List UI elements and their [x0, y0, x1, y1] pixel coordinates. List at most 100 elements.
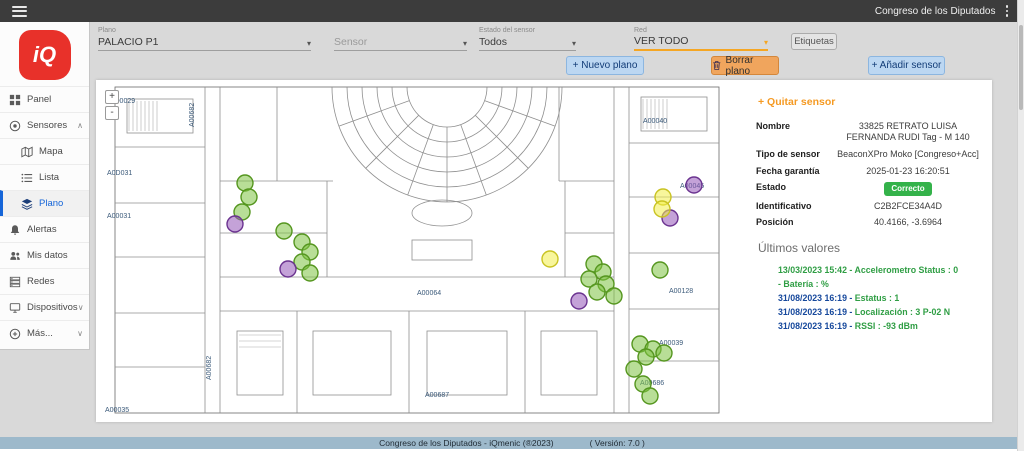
layers-icon — [21, 198, 33, 210]
sensor-select[interactable]: Sensor▾ — [334, 27, 467, 51]
purple-sensor-marker[interactable] — [686, 177, 702, 193]
dropdown-arrow-icon: ▾ — [572, 39, 576, 48]
green-sensor-marker[interactable] — [302, 265, 318, 281]
room-label: A00682 — [189, 103, 196, 127]
zoom-in-button[interactable]: + — [105, 90, 119, 104]
dropdown-arrow-icon: ▾ — [764, 38, 768, 47]
sidebar-item-mas[interactable]: Más... ∨ — [0, 320, 89, 346]
sidebar-item-label: Mapa — [39, 146, 63, 157]
select-label: Estado del sensor — [479, 27, 576, 36]
sensor-reading: - Batería : % — [778, 279, 980, 289]
purple-sensor-marker[interactable] — [280, 261, 296, 277]
scrollbar-thumb[interactable] — [1019, 25, 1023, 110]
main-content: Plano PALACIO P1▾ Sensor▾ Estado del sen… — [91, 22, 1024, 451]
sidebar-item-label: Plano — [39, 198, 63, 209]
quitar-sensor-button[interactable]: + Quitar sensor — [758, 96, 980, 108]
sidebar-item-mis-datos[interactable]: Mis datos — [0, 242, 89, 268]
yellow-sensor-marker[interactable] — [654, 201, 670, 217]
yellow-sensor-marker[interactable] — [542, 251, 558, 267]
kebab-menu-icon[interactable] — [1004, 3, 1011, 19]
sensor-reading: 31/08/2023 16:19 - RSSI : -93 dBm — [778, 321, 980, 331]
sidebar-item-dispositivos[interactable]: Dispositivos ∨ — [0, 294, 89, 320]
status-badge: Correcto — [884, 182, 931, 195]
anadir-sensor-button[interactable]: + Añadir sensor — [868, 56, 945, 75]
green-sensor-marker[interactable] — [589, 284, 605, 300]
room-label: A00687 — [425, 392, 449, 399]
reading-date: 31/08/2023 16:19 - — [778, 293, 855, 303]
green-sensor-marker[interactable] — [656, 345, 672, 361]
sidebar-item-label: Mis datos — [27, 250, 68, 261]
chevron-up-icon: ∧ — [77, 121, 83, 130]
device-icon — [9, 302, 21, 314]
sensor-reading: 13/03/2023 15:42 - Accelerometro Status … — [778, 265, 980, 275]
green-sensor-marker[interactable] — [638, 349, 654, 365]
sidebar-item-redes[interactable]: Redes — [0, 268, 89, 294]
sidebar-item-label: Lista — [39, 172, 59, 183]
reading-value: Estatus : 1 — [855, 293, 900, 303]
field-label: Identificativo — [756, 201, 836, 211]
green-sensor-marker[interactable] — [606, 288, 622, 304]
etiquetas-button[interactable]: Etiquetas — [791, 33, 837, 50]
field-label: Fecha garantía — [756, 166, 836, 176]
red-select[interactable]: Red VER TODO▾ — [634, 27, 768, 51]
room-label: A00031 — [107, 213, 131, 220]
field-label: Estado — [756, 182, 836, 192]
reading-value: Localización : 3 P-02 N — [855, 307, 950, 317]
select-label — [334, 27, 467, 36]
app-logo[interactable]: iQ — [19, 30, 71, 80]
zoom-out-button[interactable]: - — [105, 106, 119, 120]
sensor-detail-panel: + Quitar sensor Nombre 33825 RETRATO LUI… — [744, 80, 992, 422]
estado-select[interactable]: Estado del sensor Todos▾ — [479, 27, 576, 51]
sidebar-item-plano[interactable]: Plano — [0, 190, 89, 216]
field-value: 33825 RETRATO LUISA FERNANDA RUDI Tag - … — [836, 121, 980, 144]
sidebar-item-lista[interactable]: Lista — [0, 164, 89, 190]
footer-version-text: ( Versión: 7.0 ) — [590, 438, 645, 448]
floor-plan-map[interactable]: + - — [96, 80, 740, 422]
sidebar-item-mapa[interactable]: Mapa — [0, 138, 89, 164]
sidebar-item-panel[interactable]: Panel — [0, 86, 89, 112]
reading-value: RSSI : -93 dBm — [855, 321, 918, 331]
borrar-plano-button[interactable]: Borrar plano — [711, 56, 779, 75]
sidebar-item-label: Dispositivos — [27, 302, 78, 313]
hamburger-menu-icon[interactable] — [12, 6, 27, 17]
field-label: Posición — [756, 217, 836, 227]
plano-card: + - — [96, 80, 992, 422]
detail-row-estado: Estado Correcto — [756, 180, 980, 198]
plano-select[interactable]: Plano PALACIO P1▾ — [98, 27, 311, 51]
footer: Congreso de los Diputados - iQmenic (®20… — [0, 437, 1024, 449]
green-sensor-marker[interactable] — [642, 388, 658, 404]
field-label: Tipo de sensor — [756, 149, 836, 159]
ultimos-valores-title: Últimos valores — [758, 241, 980, 255]
field-label: Nombre — [756, 121, 836, 131]
green-sensor-marker[interactable] — [276, 223, 292, 239]
chevron-down-icon: ∨ — [78, 303, 84, 312]
trash-icon — [712, 60, 722, 71]
reading-value: - Batería : % — [778, 279, 829, 289]
room-label: A00682 — [206, 356, 213, 380]
reading-date: 31/08/2023 16:19 - — [778, 321, 855, 331]
field-value: C2B2FCE34A4D — [836, 201, 980, 213]
dropdown-arrow-icon: ▾ — [463, 39, 467, 48]
sensor-icon — [9, 120, 21, 132]
field-value: 2025-01-23 16:20:51 — [836, 166, 980, 178]
purple-sensor-marker[interactable] — [227, 216, 243, 232]
nuevo-plano-button[interactable]: + Nuevo plano — [566, 56, 644, 75]
sensor-reading: 31/08/2023 16:19 - Estatus : 1 — [778, 293, 980, 303]
sidebar-item-label: Alertas — [27, 224, 57, 235]
floor-plan-svg[interactable]: A00029A00682A0D031A00031A00035A00682A006… — [96, 80, 740, 422]
select-value: PALACIO P1 — [98, 36, 159, 48]
detail-row-tipo: Tipo de sensor BeaconXPro Moko [Congreso… — [756, 146, 980, 163]
sidebar-item-sensores[interactable]: Sensores ∧ — [0, 112, 89, 138]
sidebar-item-label: Más... — [27, 328, 53, 339]
purple-sensor-marker[interactable] — [571, 293, 587, 309]
reading-date: 31/08/2023 16:19 - — [778, 307, 855, 317]
network-stack-icon — [9, 276, 21, 288]
footer-app-text: Congreso de los Diputados - iQmenic (®20… — [379, 438, 553, 448]
green-sensor-marker[interactable] — [626, 361, 642, 377]
green-sensor-marker[interactable] — [652, 262, 668, 278]
green-sensor-marker[interactable] — [241, 189, 257, 205]
vertical-scrollbar[interactable] — [1017, 0, 1024, 451]
room-label: A00035 — [105, 407, 129, 414]
sidebar-item-alertas[interactable]: Alertas — [0, 216, 89, 242]
sidebar-item-label: Sensores — [27, 120, 67, 131]
